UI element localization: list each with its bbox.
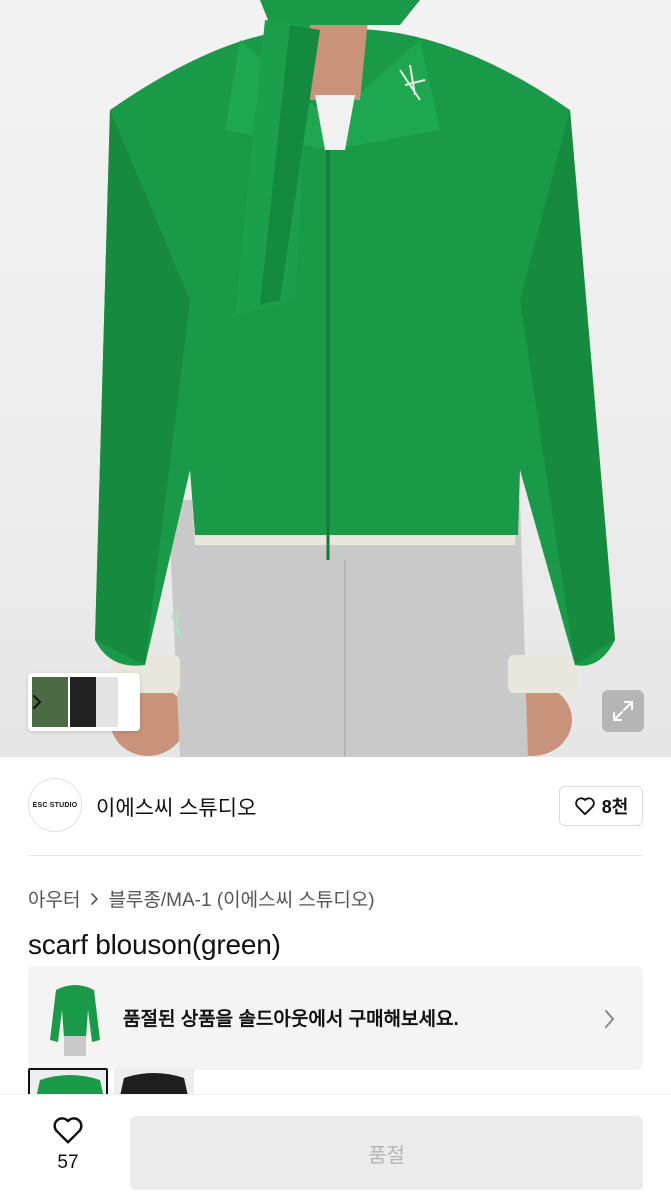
expand-icon bbox=[613, 701, 633, 721]
banner-product-thumbnail bbox=[50, 985, 100, 1056]
brand-like-button[interactable]: 8천 bbox=[559, 786, 643, 826]
color-option-green-image bbox=[30, 1070, 106, 1094]
brand-logo-text: ESC STUDIO bbox=[32, 801, 78, 809]
wish-count: 57 bbox=[57, 1152, 79, 1173]
breadcrumb: 아우터 블루종/MA-1 (이에스씨 스튜디오) bbox=[28, 885, 375, 912]
heart-icon bbox=[53, 1117, 83, 1144]
wish-button[interactable]: 57 bbox=[36, 1115, 100, 1185]
chevron-right-icon bbox=[33, 695, 42, 709]
image-thumbnail-strip[interactable] bbox=[28, 673, 140, 731]
brand-logo[interactable]: ESC STUDIO bbox=[28, 778, 82, 832]
product-photo-illustration bbox=[95, 0, 615, 757]
chevron-right-icon bbox=[605, 1010, 615, 1028]
soldout-banner[interactable]: 품절된 상품을 솔드아웃에서 구매해보세요. bbox=[28, 966, 643, 1070]
product-title: scarf blouson(green) bbox=[28, 929, 281, 960]
heart-icon bbox=[574, 797, 595, 816]
soldout-buy-button[interactable]: 품절 bbox=[130, 1116, 643, 1190]
breadcrumb-subcategory[interactable]: 블루종/MA-1 (이에스씨 스튜디오) bbox=[108, 885, 374, 912]
divider bbox=[28, 855, 643, 856]
brand-like-count: 8천 bbox=[601, 797, 629, 817]
soldout-banner-text: 품절된 상품을 솔드아웃에서 구매해보세요. bbox=[123, 1009, 459, 1030]
bottom-action-bar: 57 품절 bbox=[0, 1094, 671, 1200]
color-option-green[interactable] bbox=[28, 1068, 108, 1096]
breadcrumb-category[interactable]: 아우터 bbox=[28, 885, 80, 912]
expand-image-button[interactable] bbox=[602, 690, 644, 732]
color-option-black-image bbox=[114, 1068, 194, 1096]
color-option-black[interactable] bbox=[114, 1068, 194, 1096]
brand-name[interactable]: 이에스씨 스튜디오 bbox=[96, 792, 256, 822]
product-image[interactable] bbox=[0, 0, 671, 757]
brand-row[interactable]: ESC STUDIO 이에스씨 스튜디오 8천 bbox=[28, 778, 643, 834]
chevron-right-icon bbox=[91, 892, 99, 905]
